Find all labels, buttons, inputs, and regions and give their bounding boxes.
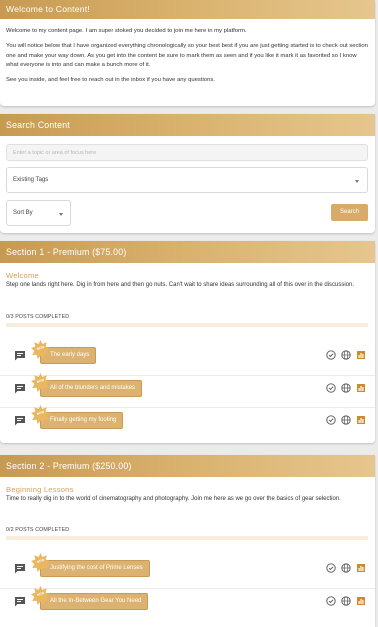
tags-dropdown-label: Existing Tags [13,177,49,183]
bar-chart-icon[interactable] [356,563,366,573]
section-card: Section 1 - Premium ($75.00) Welcome Ste… [0,241,375,443]
new-burst-icon: NEW [31,373,50,392]
post-title: All of the blunders and mistakes [50,385,136,391]
welcome-paragraph: Welcome to my content page. I am super s… [6,28,247,34]
post-row[interactable]: The early days NEW [0,340,375,367]
globe-icon[interactable] [341,563,351,573]
post-row[interactable]: Finally getting my footing NEW [0,405,375,431]
search-input[interactable] [6,144,368,161]
welcome-body: Welcome to my content page. I am super s… [0,19,375,95]
section-description: Time to really dig in to the world of ci… [6,496,341,502]
chat-bubble-icon [15,384,25,394]
globe-icon[interactable] [341,383,351,393]
progress-bar [6,323,368,327]
new-burst-icon: NEW [31,586,50,605]
bar-chart-icon[interactable] [356,596,366,606]
chat-bubble-icon [15,564,25,574]
welcome-paragraph: See you inside, and feel free to reach o… [6,77,215,84]
post-title: Finally getting my footing [50,417,117,423]
post-title-button[interactable]: All of the blunders and mistakes [40,380,143,397]
sort-dropdown[interactable]: Sort By [6,200,71,226]
chat-bubble-icon [15,597,25,607]
chat-bubble-icon [15,351,25,361]
welcome-title: Welcome to Content! [0,0,375,19]
globe-icon[interactable] [341,415,351,425]
post-title-button[interactable]: Justifying the cost of Prime Lenses [40,560,150,577]
section-subtitle: Welcome [6,271,39,280]
new-burst-icon: NEW [31,553,50,572]
section-title: Section 2 - Premium ($250.00) [0,455,375,477]
welcome-card: Welcome to Content! Welcome to my conten… [0,0,375,106]
check-circle-icon[interactable] [326,563,336,573]
bar-chart-icon[interactable] [356,415,366,425]
post-row[interactable]: Justifying the cost of Prime Lenses NEW [0,553,375,580]
progress-label: 0/2 POSTS COMPLETED [6,527,70,533]
tags-dropdown[interactable]: Existing Tags [6,167,368,193]
bar-chart-icon[interactable] [356,350,366,360]
post-row[interactable]: All of the blunders and mistakes NEW [0,373,375,399]
search-card: Search Content Existing Tags Sort By Sea… [0,114,375,233]
sort-dropdown-label: Sort By [13,210,33,216]
progress-label: 0/3 POSTS COMPLETED [6,314,70,320]
section-subtitle: Beginning Lessons [6,485,74,494]
section-description: Step one lands right here. Dig in from h… [6,282,355,288]
chat-bubble-icon [15,416,25,426]
search-title: Search Content [0,114,375,136]
welcome-paragraph: You will notice below that I have organi… [6,43,368,68]
new-burst-icon: NEW [31,340,50,359]
check-circle-icon[interactable] [326,383,336,393]
post-title: The early days [50,352,90,358]
chevron-down-icon [355,180,359,183]
check-circle-icon[interactable] [326,350,336,360]
section-title: Section 1 - Premium ($75.00) [0,241,375,263]
globe-icon[interactable] [341,350,351,360]
check-circle-icon[interactable] [326,596,336,606]
new-burst-icon: NEW [31,405,50,424]
post-title: Justifying the cost of Prime Lenses [50,565,143,571]
globe-icon[interactable] [341,596,351,606]
bar-chart-icon[interactable] [356,383,366,393]
post-title: All the In-Between Gear You Need [50,598,142,604]
check-circle-icon[interactable] [326,415,336,425]
post-row[interactable]: All the In-Between Gear You Need NEW [0,586,375,612]
chevron-down-icon [59,213,63,216]
post-title-button[interactable]: All the In-Between Gear You Need [40,593,149,610]
section-card: Section 2 - Premium ($250.00) Beginning … [0,455,375,627]
post-title-button[interactable]: Finally getting my footing [40,412,124,429]
progress-bar [6,536,368,540]
search-button[interactable]: Search [331,204,368,221]
